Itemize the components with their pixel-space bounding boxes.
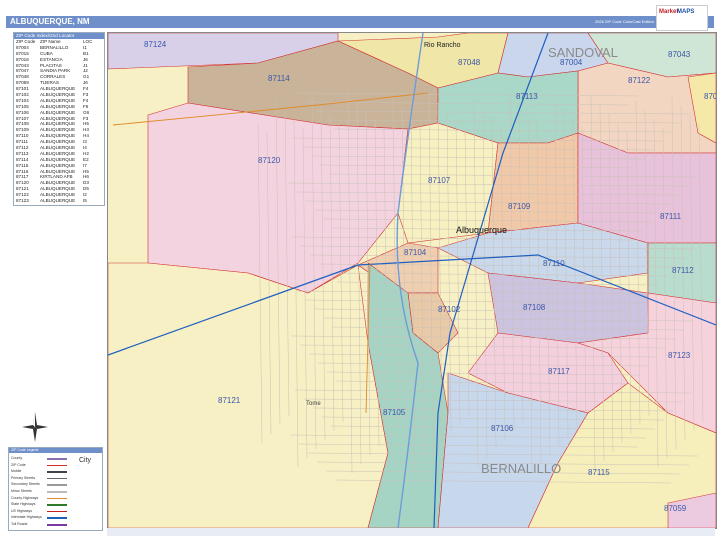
legend-item-label: US Highways: [11, 508, 33, 513]
legend-item-label: Minor Streets: [11, 489, 32, 493]
zip-label-87115: 87115: [588, 468, 610, 477]
legend-item-swatch: [47, 517, 67, 519]
market-maps-logo: Market MAPS: [656, 5, 708, 31]
zip-label-87047: 87047: [704, 92, 716, 101]
zip-label-87106: 87106: [491, 424, 514, 433]
legend-item-swatch: [47, 477, 67, 480]
zip-index-rows: 87004 BERNALILLO I1 87015 CUBA B1 87016 ESTANCI…: [14, 45, 104, 205]
legend-item-swatch: [47, 504, 67, 506]
zip-label-87109: 87109: [508, 202, 531, 211]
zip-label-87123: 87123: [668, 351, 691, 360]
zip-label-87114: 87114: [268, 74, 290, 83]
legend-item-swatch: [47, 471, 67, 473]
logo-text-market: Market: [659, 9, 679, 15]
zip-zone-87121[interactable]: [108, 262, 389, 528]
logo-text-maps: MAPS: [677, 9, 695, 15]
legend-item-label: Mobile: [11, 469, 22, 474]
legend-item-label: Primary Streets: [11, 475, 36, 480]
place-label-albuquerque: Albuquerque: [456, 225, 507, 235]
legend-item-swatch: [47, 491, 67, 493]
index-loc: D1: [83, 204, 99, 205]
legend-item-swatch: [47, 524, 67, 526]
legend-item-label: County Highways: [11, 495, 39, 500]
zip-label-87117: 87117: [548, 367, 570, 376]
legend-item-swatch: [47, 484, 67, 486]
legend-heading: ZIP Code Legend: [9, 448, 102, 453]
zip-label-87102: 87102: [438, 305, 461, 314]
index-zip-name: RIO RANCHO: [40, 204, 83, 205]
map-legend: ZIP Code Legend County ZIP Code Mobile Prim…: [8, 447, 103, 531]
legend-item-swatch: [47, 510, 67, 513]
index-zip-code: 87124: [16, 204, 40, 205]
place-label-bernalillo: BERNALILLO: [481, 461, 561, 476]
compass-rose-icon: [22, 412, 48, 442]
zip-label-87124: 87124: [144, 40, 167, 49]
zip-label-87048: 87048: [458, 58, 481, 67]
zip-label-87108: 87108: [523, 303, 546, 312]
zip-code-map[interactable]: 8712487048870048704387114871228704787113…: [107, 32, 717, 529]
zip-index-row: 87124RIO RANCHOD1: [14, 204, 104, 205]
legend-item-swatch: [47, 497, 67, 500]
legend-item-label: County: [11, 456, 23, 460]
map-header: ALBUQUERQUE, NM 2026 ZIP Code ColorCast …: [6, 5, 714, 31]
legend-item-label: Interstate Highways: [11, 515, 42, 520]
legend-item-swatch: [47, 458, 67, 460]
zip-label-87043: 87043: [668, 50, 691, 59]
zip-label-87111: 87111: [660, 212, 682, 221]
zip-label-87112: 87112: [672, 266, 694, 275]
legend-item-label: State Highways: [11, 502, 36, 507]
map-title: ALBUQUERQUE, NM: [10, 17, 90, 26]
place-label-tiwan: Tome: [306, 401, 321, 407]
map-canvas: 8712487048870048704387114871228704787113…: [108, 33, 716, 528]
zip-label-87113: 87113: [516, 92, 538, 101]
legend-item-label: Secondary Streets: [11, 482, 40, 487]
legend-city-label: City: [79, 457, 92, 464]
zip-label-87105: 87105: [383, 408, 406, 417]
legend-item-label: ZIP Code: [11, 462, 26, 467]
zip-index-table: ZIP Code Index/Grid Locator ZIP Code ZIP…: [13, 32, 105, 206]
place-label-rio-rancho: Rio Rancho: [424, 42, 461, 49]
edition-label: 2026 ZIP Code ColorCast Edition: [594, 19, 654, 24]
zip-label-87107: 87107: [428, 176, 451, 185]
legend-item-label: Toll Roads: [11, 522, 28, 526]
place-label-sandoval: SANDOVAL: [548, 45, 618, 60]
map-bottom-bar: [107, 528, 715, 536]
zip-label-87110: 87110: [543, 259, 565, 268]
zip-label-87122: 87122: [628, 76, 651, 85]
zip-label-87121: 87121: [218, 396, 241, 405]
zip-label-87059: 87059: [664, 504, 687, 513]
legend-item-swatch: [47, 464, 67, 467]
zip-label-87104: 87104: [404, 248, 427, 257]
zip-label-87120: 87120: [258, 156, 281, 165]
